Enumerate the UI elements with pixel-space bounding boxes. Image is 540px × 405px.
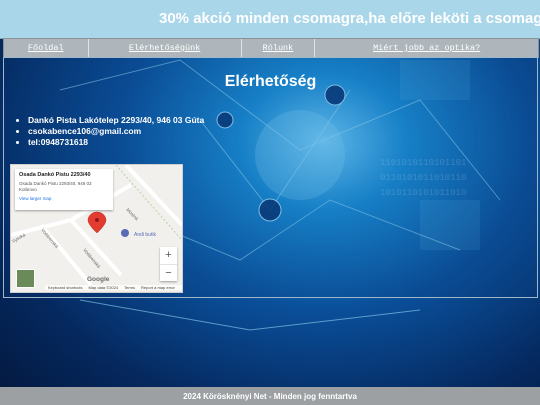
main-nav: Főoldal Elérhetőségünk Rólunk Miért jobb… (3, 38, 539, 58)
map-place-card: Osada Dankó Pistu 2293/40 Osada Dankó Pi… (15, 169, 113, 210)
nav-link-why-optical[interactable]: Miért jobb az optika? (315, 39, 538, 57)
nav-link-contact[interactable]: Elérhetőségünk (89, 39, 242, 57)
embedded-map[interactable]: Vysoká Vodárenská Vodárenská Mostná Andi… (10, 164, 183, 293)
page-title: Elérhetőség (224, 73, 317, 90)
google-logo: Google (87, 276, 110, 283)
map-place-name: Osada Dankó Pistu 2293/40 (19, 172, 91, 178)
map-place-address: Osada Dankó Pistu 2293/40, 946 03 Koláro… (19, 181, 92, 192)
main-content: Elérhetőség Dankó Pista Lakótelep 2293/4… (3, 57, 538, 298)
satellite-toggle-thumbnail[interactable] (16, 269, 35, 288)
promo-marquee-text: 30% akció minden csomagra,ha előre leköt… (159, 10, 540, 27)
contact-list: Dankó Pista Lakótelep 2293/40, 946 03 Gú… (16, 115, 204, 148)
terms-link[interactable]: Terms (124, 285, 135, 290)
nav-link-about[interactable]: Rólunk (242, 39, 316, 57)
promo-marquee-banner: 30% akció minden csomagra,ha előre leköt… (0, 0, 540, 39)
map-data-text: Map data ©2024 (88, 285, 119, 290)
nav-link-home[interactable]: Főoldal (4, 39, 89, 57)
shop-poi-icon (121, 229, 129, 237)
poi-label[interactable]: Andi butik (134, 232, 156, 238)
contact-email: csokabence106@gmail.com (28, 126, 204, 137)
keyboard-shortcuts-link[interactable]: Keyboard shortcuts (48, 285, 82, 290)
zoom-out-button[interactable]: − (160, 265, 177, 282)
map-zoom-control: + − (160, 247, 177, 281)
contact-address: Dankó Pista Lakótelep 2293/40, 946 03 Gú… (28, 115, 204, 126)
page-footer: 2024 Körösknényi Net - Minden jog fennta… (0, 387, 540, 405)
map-attribution-bar: Keyboard shortcuts Map data ©2024 Terms … (45, 285, 182, 290)
report-map-error-link[interactable]: Report a map error (141, 285, 175, 290)
map-pin-icon (87, 211, 107, 234)
zoom-in-button[interactable]: + (160, 247, 177, 265)
street-label: Mostná (125, 207, 139, 221)
contact-phone: tel:0948731618 (28, 137, 204, 148)
view-larger-map-link[interactable]: View larger map (19, 196, 109, 201)
footer-text: 2024 Körösknényi Net - Minden jog fennta… (183, 391, 357, 401)
street-label: Vodárenská (40, 227, 59, 249)
